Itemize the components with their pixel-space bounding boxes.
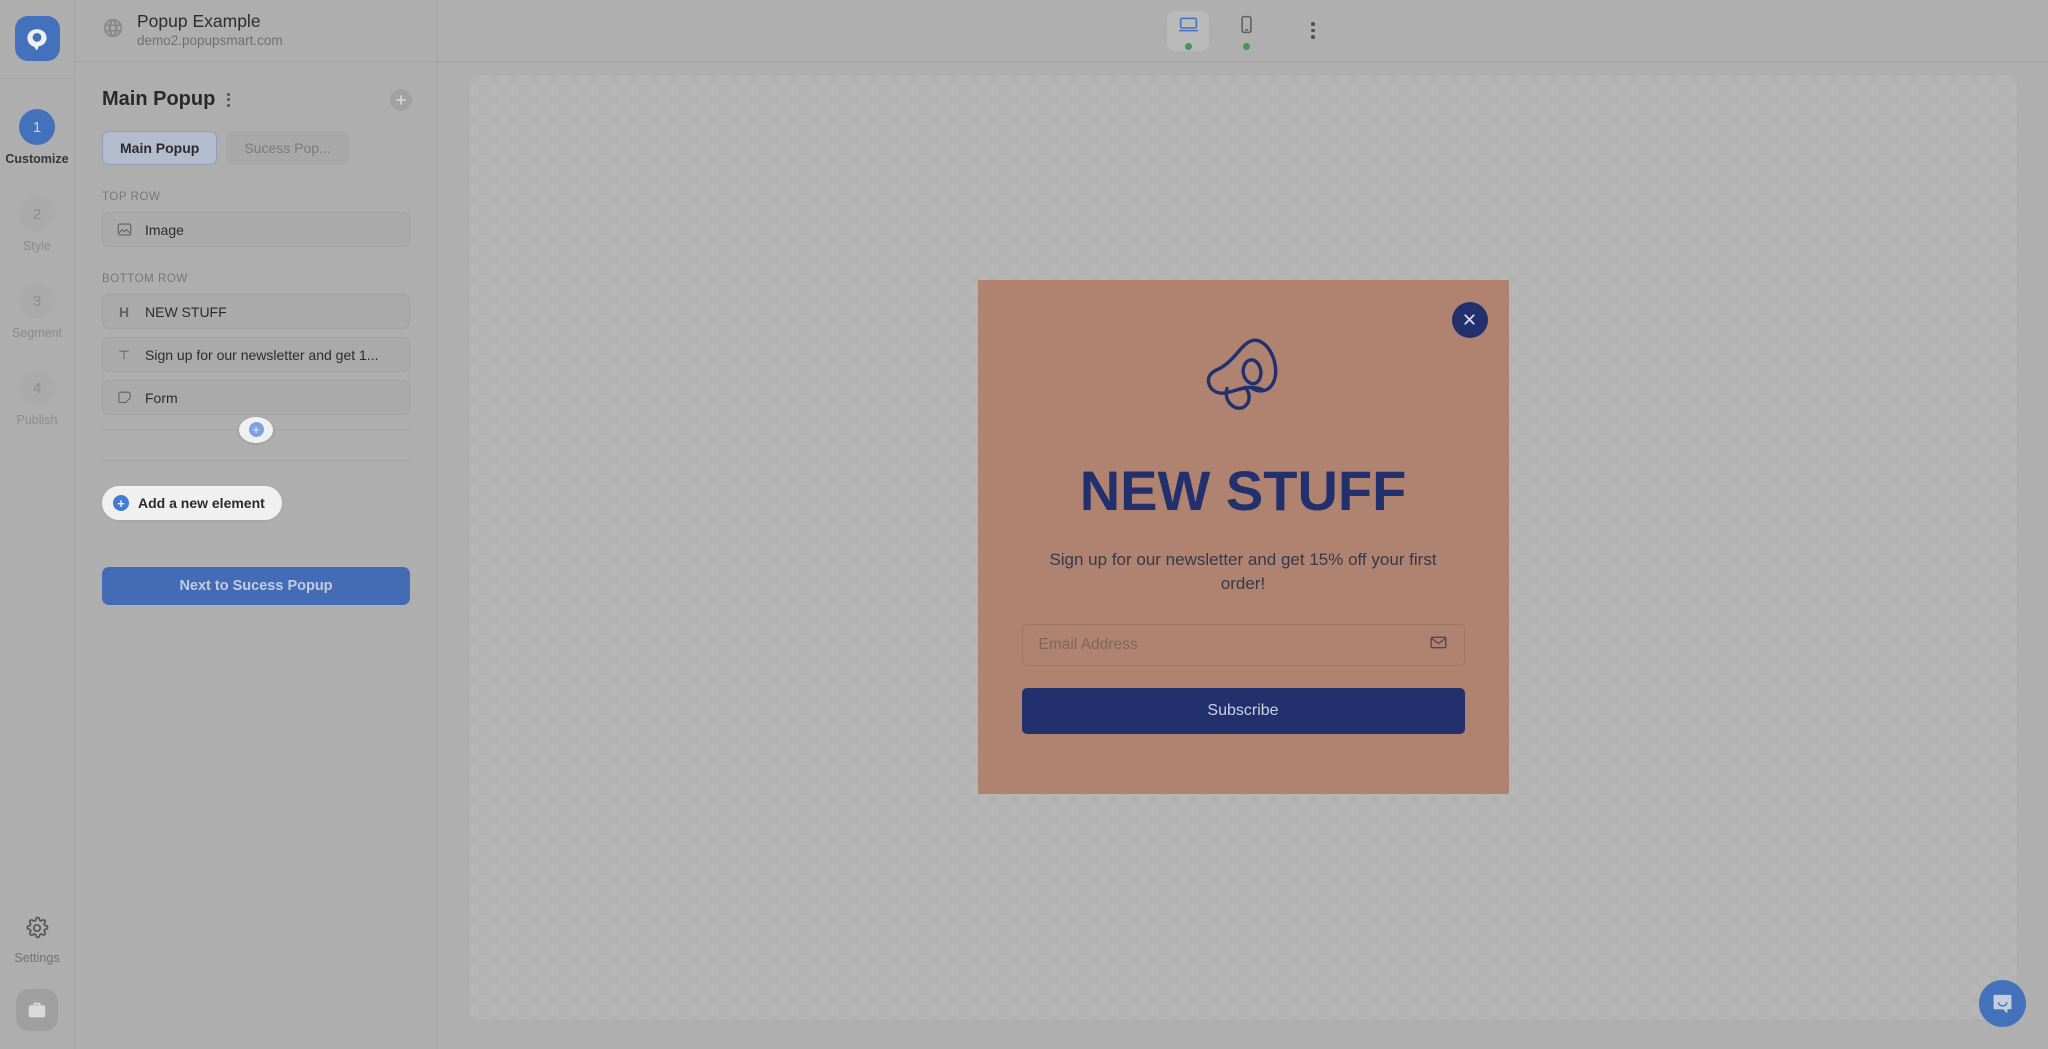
briefcase-icon[interactable] — [16, 989, 58, 1031]
mobile-icon — [1236, 14, 1257, 40]
list-item-text[interactable]: Sign up for our newsletter and get 1... — [102, 337, 410, 372]
section-label-top-row: TOP ROW — [75, 165, 437, 212]
device-toggle-desktop[interactable] — [1167, 11, 1209, 51]
popup-preview: NEW STUFF Sign up for our newsletter and… — [978, 280, 1509, 794]
primary-rail: 1 Customize 2 Style 3 Segment 4 Publish — [0, 0, 75, 1049]
preview-canvas: NEW STUFF Sign up for our newsletter and… — [468, 74, 2018, 1021]
step-number-style: 2 — [19, 196, 55, 232]
kebab-menu-icon[interactable] — [224, 89, 233, 111]
element-list-top-row: Image — [75, 212, 437, 247]
step-label-style: Style — [23, 239, 51, 253]
panel-header: Main Popup — [75, 62, 437, 111]
email-placeholder: Email Address — [1039, 636, 1138, 654]
chat-bubble-icon[interactable] — [1979, 980, 2026, 1027]
close-icon[interactable] — [1452, 302, 1488, 338]
step-label-customize: Customize — [5, 152, 68, 166]
sidebar-item-style[interactable]: 2 Style — [0, 196, 74, 253]
gear-icon — [25, 916, 49, 945]
app-root: 1 Customize 2 Style 3 Segment 4 Publish — [0, 0, 2048, 1049]
editor-panel: Popup Example demo2.popupsmart.com Main … — [75, 0, 438, 1049]
device-toggle-group — [1167, 11, 1319, 51]
list-item-form[interactable]: Form — [102, 380, 410, 415]
device-toggle-mobile[interactable] — [1225, 11, 1267, 51]
popup-tabs: Main Popup Sucess Pop... — [75, 111, 437, 165]
canvas-wrapper: NEW STUFF Sign up for our newsletter and… — [438, 62, 2048, 1049]
sidebar-item-settings[interactable]: Settings — [14, 916, 59, 965]
plus-insert-icon: + — [249, 422, 264, 437]
settings-label: Settings — [14, 951, 59, 965]
list-item-image[interactable]: Image — [102, 212, 410, 247]
list-item-label: Sign up for our newsletter and get 1... — [145, 347, 378, 363]
add-new-element-button[interactable]: + Add a new element — [102, 486, 282, 520]
envelope-icon — [1429, 633, 1448, 657]
next-to-sucess-popup-button[interactable]: Next to Sucess Popup — [102, 567, 410, 605]
insert-divider: + — [102, 429, 410, 430]
rail-divider — [0, 78, 74, 79]
step-number-segment: 3 — [19, 283, 55, 319]
more-vertical-icon[interactable] — [1307, 17, 1319, 44]
section-label-bottom-row: BOTTOM ROW — [75, 247, 437, 294]
site-name: Popup Example — [137, 11, 283, 33]
main-region: NEW STUFF Sign up for our newsletter and… — [438, 0, 2048, 1049]
add-new-element-label: Add a new element — [138, 495, 265, 511]
list-item-label: Form — [145, 390, 178, 406]
plus-circle-icon: + — [113, 495, 129, 511]
sidebar-item-segment[interactable]: 3 Segment — [0, 283, 74, 340]
sidebar-item-customize[interactable]: 1 Customize — [0, 109, 74, 166]
site-header: Popup Example demo2.popupsmart.com — [75, 0, 437, 62]
add-popup-button[interactable] — [390, 89, 412, 111]
popup-form: Email Address Subscribe — [1022, 624, 1465, 734]
list-item-heading[interactable]: H NEW STUFF — [102, 294, 410, 329]
subscribe-button[interactable]: Subscribe — [1022, 688, 1465, 734]
text-icon — [116, 348, 132, 362]
element-list-bottom-row: H NEW STUFF Sign up for our newsletter a… — [75, 294, 437, 415]
email-field[interactable]: Email Address — [1022, 624, 1465, 666]
desktop-icon — [1178, 14, 1199, 40]
panel-separator — [102, 460, 410, 461]
globe-icon — [102, 17, 124, 44]
tab-sucess-popup[interactable]: Sucess Pop... — [226, 131, 348, 165]
device-status-dot-mobile — [1243, 43, 1250, 50]
device-status-dot-desktop — [1185, 43, 1192, 50]
tab-main-popup[interactable]: Main Popup — [102, 131, 217, 165]
megaphone-icon — [1194, 332, 1292, 425]
form-icon — [116, 390, 132, 405]
list-item-label: Image — [145, 222, 184, 238]
step-number-publish: 4 — [19, 370, 55, 406]
step-label-segment: Segment — [12, 326, 62, 340]
insert-element-button[interactable]: + — [239, 417, 273, 443]
step-number-customize: 1 — [19, 109, 55, 145]
preview-toolbar — [438, 0, 2048, 62]
popup-subtitle: Sign up for our newsletter and get 15% o… — [1033, 548, 1453, 596]
step-nav: 1 Customize 2 Style 3 Segment 4 Publish — [0, 109, 74, 457]
list-item-label: NEW STUFF — [145, 304, 227, 320]
step-label-publish: Publish — [17, 413, 58, 427]
rail-bottom-group: Settings — [0, 916, 74, 1031]
image-icon — [116, 222, 132, 237]
sidebar-item-publish[interactable]: 4 Publish — [0, 370, 74, 427]
heading-icon: H — [116, 304, 132, 320]
site-url: demo2.popupsmart.com — [137, 33, 283, 50]
popup-title: NEW STUFF — [1080, 463, 1407, 519]
popupsmart-logo-icon[interactable] — [15, 16, 60, 61]
page-title: Main Popup — [102, 88, 215, 111]
